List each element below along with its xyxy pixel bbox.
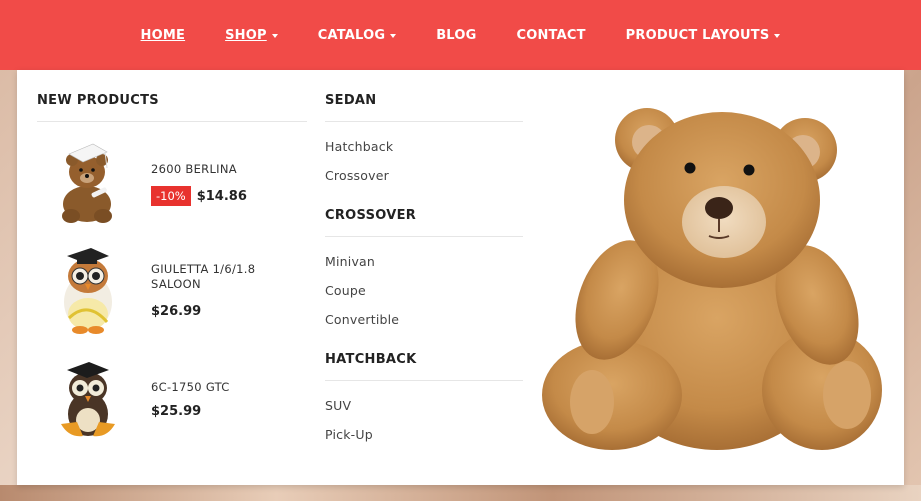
product-item[interactable]: 6C-1750 GTC $25.99: [47, 358, 307, 448]
nav-label: PRODUCT LAYOUTS: [625, 27, 770, 43]
nav-item-blog[interactable]: BLOG: [416, 28, 496, 43]
nav-menu: HOME SHOP CATALOG BLOG CONTACT PRODUCT L…: [121, 28, 801, 43]
product-price: $14.86: [196, 188, 247, 204]
category-link[interactable]: Convertible: [325, 312, 399, 327]
category-heading[interactable]: CROSSOVER: [325, 208, 523, 223]
owl-graduate-white-icon[interactable]: [47, 240, 129, 340]
nav-label: BLOG: [436, 27, 477, 43]
teddy-bear-graduate-icon[interactable]: [47, 138, 129, 228]
category-block-hatchback: HATCHBACK SUV Pick-Up: [325, 352, 523, 442]
nav-label: SHOP: [225, 27, 267, 43]
caret-down-icon: [271, 33, 278, 38]
product-price: $25.99: [151, 404, 202, 419]
category-link[interactable]: SUV: [325, 398, 351, 413]
caret-down-icon: [774, 33, 781, 38]
product-price: $26.99: [151, 304, 202, 319]
nav-item-contact[interactable]: CONTACT: [496, 28, 605, 43]
price-row: $26.99: [151, 304, 201, 319]
category-heading[interactable]: SEDAN: [325, 93, 523, 108]
price-row: -10% $14.86: [151, 186, 247, 206]
category-block-sedan: SEDAN Hatchback Crossover: [325, 93, 523, 183]
nav-label: HOME: [140, 27, 186, 43]
nav-item-catalog[interactable]: CATALOG: [298, 28, 416, 43]
category-link[interactable]: Coupe: [325, 283, 366, 298]
category-link[interactable]: Hatchback: [325, 139, 393, 154]
product-item[interactable]: GIULETTA 1/6/1.8 SALOON $26.99: [47, 240, 307, 340]
nav-item-shop[interactable]: SHOP: [205, 28, 298, 43]
product-name[interactable]: 6C-1750 GTC: [151, 380, 301, 395]
nav-label: CATALOG: [317, 27, 386, 43]
owl-graduate-brown-icon[interactable]: [47, 358, 129, 448]
nav-item-product-layouts[interactable]: PRODUCT LAYOUTS: [606, 28, 801, 43]
category-link[interactable]: Minivan: [325, 254, 375, 269]
product-name[interactable]: GIULETTA 1/6/1.8 SALOON: [151, 262, 301, 292]
main-navbar: HOME SHOP CATALOG BLOG CONTACT PRODUCT L…: [0, 0, 921, 70]
teddy-bear-image-icon[interactable]: [537, 90, 887, 470]
divider: [37, 121, 307, 122]
mega-menu-dropdown: NEW PRODUCTS 2600 BERLINA -10% $14.86 GI…: [17, 70, 904, 485]
product-name[interactable]: 2600 BERLINA: [151, 162, 301, 177]
caret-down-icon: [390, 33, 397, 38]
new-products-column: NEW PRODUCTS: [37, 93, 307, 122]
divider: [325, 380, 523, 381]
new-products-heading: NEW PRODUCTS: [37, 93, 159, 108]
divider: [325, 236, 523, 237]
category-block-crossover: CROSSOVER Minivan Coupe Convertible: [325, 208, 523, 327]
divider: [325, 121, 523, 122]
category-heading[interactable]: HATCHBACK: [325, 352, 523, 367]
category-link[interactable]: Pick-Up: [325, 427, 373, 442]
category-link[interactable]: Crossover: [325, 168, 389, 183]
discount-badge: -10%: [151, 186, 191, 206]
product-item[interactable]: 2600 BERLINA -10% $14.86: [47, 138, 307, 228]
nav-label: CONTACT: [516, 27, 586, 43]
page-background: [0, 485, 921, 501]
price-row: $25.99: [151, 404, 201, 419]
nav-item-home[interactable]: HOME: [121, 28, 206, 43]
